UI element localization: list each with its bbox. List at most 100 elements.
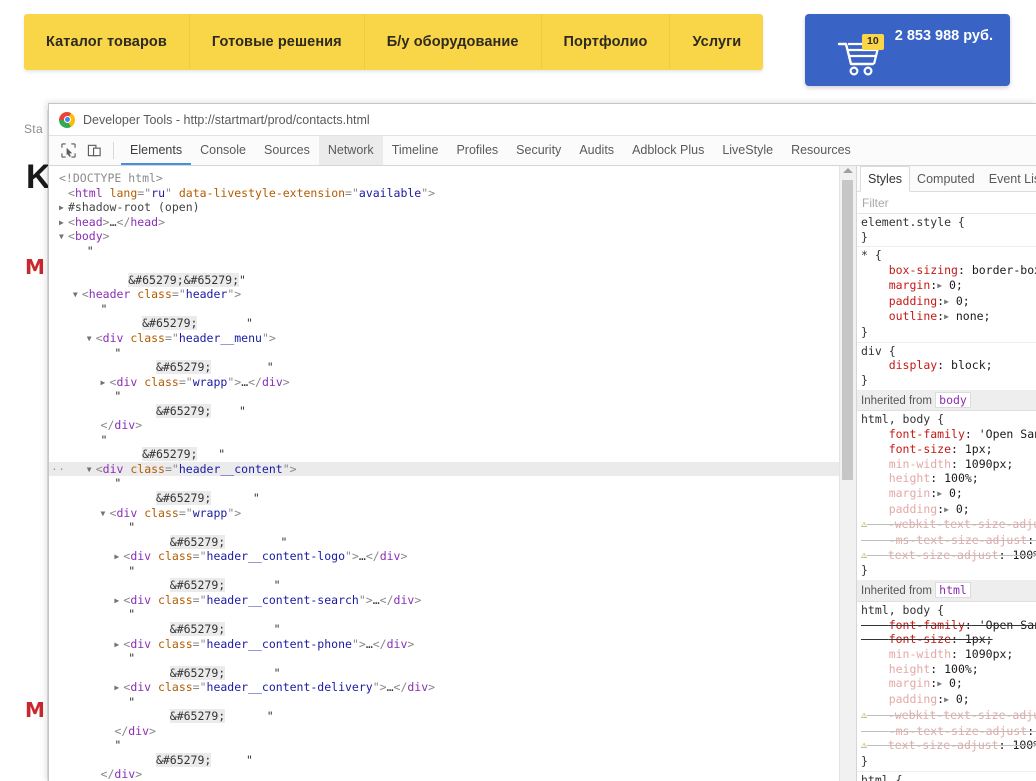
css-property[interactable]: outline	[889, 309, 937, 323]
dom-row-gutter-marker[interactable]: ...	[49, 460, 65, 475]
tab-adblock-plus[interactable]: Adblock Plus	[623, 136, 713, 165]
css-declaration[interactable]: font-family: 'Open Sans',	[861, 427, 1036, 442]
dom-tree-row[interactable]: "	[49, 695, 839, 710]
css-value[interactable]: border-box;	[965, 263, 1036, 277]
css-declaration[interactable]: ⚠ text-size-adjust: 100%;	[861, 738, 1036, 754]
dom-tree-row[interactable]: <html lang="ru" data-livestyle-extension…	[49, 186, 839, 201]
css-declaration[interactable]: -ms-text-size-adjust: 100%;	[861, 724, 1036, 739]
css-declaration[interactable]: height: 100%;	[861, 662, 1036, 677]
css-property[interactable]: min-width	[889, 647, 951, 661]
css-property[interactable]: font-size	[889, 632, 951, 646]
tab-computed[interactable]: Computed	[910, 166, 982, 191]
tab-timeline[interactable]: Timeline	[383, 136, 448, 165]
dom-tree-row[interactable]	[49, 258, 839, 273]
css-property[interactable]: -webkit-text-size-adjust	[888, 708, 1036, 722]
css-selector[interactable]: div {	[861, 344, 1036, 359]
css-declaration[interactable]: font-size: 1px;	[861, 442, 1036, 457]
dom-tree-row[interactable]: </div>	[49, 418, 839, 433]
css-property[interactable]: padding	[889, 502, 937, 516]
dom-tree-row[interactable]: "	[49, 346, 839, 361]
dom-tree-code[interactable]: <!DOCTYPE html> <html lang="ru" data-live…	[49, 166, 839, 781]
css-declaration[interactable]: padding:▶ 0;	[861, 502, 1036, 518]
css-property[interactable]: padding	[889, 294, 937, 308]
dom-tree-row[interactable]: "	[49, 302, 839, 317]
css-rule[interactable]: html, body { font-family: 'Open Sans', f…	[857, 602, 1036, 772]
css-property[interactable]: font-family	[889, 427, 965, 441]
css-property[interactable]: font-family	[889, 618, 965, 632]
css-property[interactable]: margin	[889, 486, 931, 500]
css-declaration[interactable]: margin:▶ 0;	[861, 278, 1036, 294]
tab-resources[interactable]: Resources	[782, 136, 860, 165]
dom-tree-row[interactable]: &#65279; "	[49, 316, 839, 331]
css-selector[interactable]: html {	[861, 773, 1036, 781]
css-value[interactable]: 0;	[949, 294, 970, 308]
dom-tree-row[interactable]: &#65279; "	[49, 752, 839, 768]
css-declaration[interactable]: height: 100%;	[861, 471, 1036, 486]
css-declaration[interactable]: padding:▶ 0;	[861, 692, 1036, 708]
dom-tree-row[interactable]: ▶ <div class="header__content-phone">…</d…	[49, 637, 839, 652]
css-rule[interactable]: * { box-sizing: border-box; margin:▶ 0; …	[857, 247, 1036, 343]
css-selector[interactable]: element.style {	[861, 215, 1036, 230]
dom-tree-row[interactable]: &#65279; "	[49, 578, 839, 593]
css-selector[interactable]: html, body {	[861, 603, 1036, 618]
device-toolbar-icon[interactable]	[81, 136, 107, 165]
css-declaration[interactable]: margin:▶ 0;	[861, 486, 1036, 502]
css-property[interactable]: -ms-text-size-adjust	[889, 533, 1027, 547]
dom-tree-row[interactable]: ▼ <div class="header__menu">	[49, 331, 839, 346]
scroll-up-arrow-icon[interactable]	[843, 168, 853, 173]
styles-filter-input[interactable]: Filter	[857, 192, 1036, 214]
dom-tree-row[interactable]: ... ▼<div class="header__content">	[49, 460, 839, 477]
nav-item-used-equipment[interactable]: Б/у оборудование	[365, 14, 542, 70]
dom-tree-scrollbar[interactable]	[839, 166, 856, 781]
dom-tree-row[interactable]: </div>	[49, 724, 839, 739]
css-declaration[interactable]: min-width: 1090px;	[861, 457, 1036, 472]
css-property[interactable]: font-size	[889, 442, 951, 456]
css-property[interactable]: margin	[889, 676, 931, 690]
inherited-node-name[interactable]: body	[935, 391, 971, 408]
css-rule[interactable]: element.style {}	[857, 214, 1036, 248]
css-declaration[interactable]: font-size: 1px;	[861, 632, 1036, 647]
css-declaration[interactable]: -ms-text-size-adjust: 100%;	[861, 533, 1036, 548]
css-value[interactable]: 0;	[942, 486, 963, 500]
css-property[interactable]: text-size-adjust	[888, 548, 999, 562]
dom-tree-row[interactable]: "	[49, 476, 839, 491]
dom-tree-row[interactable]: ▶ <div class="wrapp">…</div>	[49, 375, 839, 390]
nav-item-solutions[interactable]: Готовые решения	[190, 14, 365, 70]
css-value[interactable]: 0;	[949, 502, 970, 516]
css-selector[interactable]: html, body {	[861, 412, 1036, 427]
css-declaration[interactable]: ⚠ -webkit-text-size-adjust:	[861, 708, 1036, 724]
css-value[interactable]: 100%;	[937, 662, 979, 676]
dom-tree-row[interactable]: "	[49, 651, 839, 666]
css-declaration[interactable]: ⚠ text-size-adjust: 100%;	[861, 548, 1036, 564]
css-declaration[interactable]: padding:▶ 0;	[861, 294, 1036, 310]
dom-tree-row[interactable]: &#65279; "	[49, 360, 839, 375]
css-declaration[interactable]: margin:▶ 0;	[861, 676, 1036, 692]
css-rule[interactable]: html, body { font-family: 'Open Sans', f…	[857, 411, 1036, 582]
dom-tree-row[interactable]: <!DOCTYPE html>	[49, 171, 839, 186]
css-property[interactable]: text-size-adjust	[888, 738, 999, 752]
css-value[interactable]: 100%;	[1006, 738, 1036, 752]
dom-tree-row[interactable]: &#65279; "	[49, 534, 839, 550]
nav-item-services[interactable]: Услуги	[670, 14, 763, 70]
tab-audits[interactable]: Audits	[570, 136, 623, 165]
css-rule[interactable]: html {	[857, 772, 1036, 781]
css-declaration[interactable]: outline:▶ none;	[861, 309, 1036, 325]
dom-tree-row[interactable]: "	[49, 607, 839, 622]
tab-profiles[interactable]: Profiles	[447, 136, 507, 165]
css-value[interactable]: 'Open Sans',	[972, 427, 1036, 441]
dom-tree-row[interactable]: "	[49, 738, 839, 753]
dom-tree-row[interactable]: "	[49, 244, 839, 259]
css-declaration[interactable]: ⚠ -webkit-text-size-adjust:	[861, 517, 1036, 533]
nav-item-catalog[interactable]: Каталог товаров	[24, 14, 190, 70]
css-value[interactable]: 0;	[949, 692, 970, 706]
dom-tree-row[interactable]: &#65279; "	[49, 665, 839, 681]
dom-tree-row[interactable]: ▼ <body>	[49, 229, 839, 244]
css-declaration[interactable]: box-sizing: border-box;	[861, 263, 1036, 278]
css-value[interactable]: none;	[949, 309, 991, 323]
css-value[interactable]: 1090px;	[958, 457, 1013, 471]
dom-tree-row[interactable]: &#65279; "	[49, 709, 839, 724]
css-declaration[interactable]: display: block;	[861, 358, 1036, 373]
dom-tree-row[interactable]: "	[49, 433, 839, 448]
css-property[interactable]: box-sizing	[889, 263, 958, 277]
css-value[interactable]: 100%;	[1006, 548, 1036, 562]
